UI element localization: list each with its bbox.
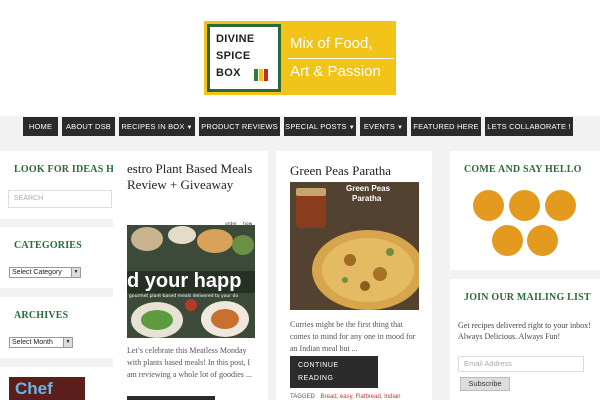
nav-label: RECIPES IN BOX [121,122,185,131]
post-title[interactable]: Green Peas Paratha [290,163,430,179]
image-overlay-subtext: gourmet plant-based meals delivered to y… [129,294,239,299]
continue-reading-button[interactable] [127,396,215,400]
main-navigation: HOME ABOUT DSB RECIPES IN BOX ▼ PRODUCT R… [23,117,583,137]
widget-search: LOOK FOR IDEAS HERE SEARCH [0,151,135,219]
nav-label: EVENTS [363,122,396,131]
nav-product-reviews[interactable]: PRODUCT REVIEWS [199,117,280,136]
logo-divider [288,58,394,59]
chevron-down-icon: ▼ [348,125,355,131]
social-icon[interactable] [527,225,558,256]
logo-badge: DIVINE SPICE BOX [207,24,281,92]
widget-archives: ARCHIVES Select Month ▼ [0,297,113,358]
email-input[interactable]: Email Address [458,356,584,372]
chef-badge-image[interactable]: Chef [9,377,85,400]
post-tags: TAGGED Bread, easy, Flatbread, Indian [290,394,401,400]
post-image[interactable]: Green Peas Paratha [290,182,419,310]
social-icon[interactable] [509,190,540,221]
image-overlay-text: Paratha [352,194,382,203]
mailing-description: Get recipes delivered right to your inbo… [458,320,596,342]
nav-label: PRODUCT REVIEWS [201,122,278,131]
category-select[interactable]: Select Category ▼ [9,267,81,278]
flag-stripe-green [254,69,258,81]
nav-collaborate[interactable]: LETS COLLABORATE ! [485,117,573,136]
nav-special-posts[interactable]: SPECIAL POSTS ▼ [284,117,356,136]
nav-label: HOME [28,122,53,131]
chef-badge-text: Chef [15,379,53,398]
post-card: Green Peas Paratha Green Peas Paratha Cu… [276,151,432,400]
social-icon[interactable] [492,225,523,256]
social-icon[interactable] [545,190,576,221]
widget-title: JOIN OUR MAILING LIST [464,292,591,303]
subscribe-button[interactable]: Subscribe [460,377,510,391]
post-image[interactable]: d your happ gourmet plant-based meals de… [127,225,255,338]
widget-badge: Chef [0,367,113,400]
logo-tagline-1: Mix of Food, [290,35,373,52]
flag-stripe-red [264,69,268,81]
image-overlay-text: d your happ [127,270,242,292]
nav-home[interactable]: HOME [23,117,58,136]
logo-word-2: SPICE [216,50,251,62]
post-title[interactable]: estro Plant Based Meals Review + Giveawa… [127,161,259,193]
mailing-text: Get recipes delivered right to your inbo… [458,321,591,330]
post-excerpt: Let’s celebrate this Meatless Monday wit… [127,346,252,379]
social-icon[interactable] [473,190,504,221]
nav-label: SPECIAL POSTS [285,122,347,131]
post-excerpt: Curries might be the first thing that co… [290,320,416,353]
post-card: estro Plant Based Meals Review + Giveawa… [113,151,268,400]
select-value: Select Month [12,339,53,346]
site-header: DIVINE SPICE BOX Mix of Food, Art & Pass… [0,0,600,116]
chevron-down-icon: ▼ [397,125,404,131]
logo-tagline-2: Art & Passion [290,63,381,80]
nav-events[interactable]: EVENTS ▼ [360,117,407,136]
continue-reading-button[interactable]: CONTINUE READING [290,356,378,388]
nav-label: LETS COLLABORATE ! [487,122,571,131]
nav-label: FEATURED HERE [413,122,479,131]
nav-featured[interactable]: FEATURED HERE [411,117,481,136]
select-value: Select Category [12,269,62,276]
widget-social: COME AND SAY HELLO [450,151,600,270]
flag-stripe-yellow [259,69,263,81]
logo-word-1: DIVINE [216,33,255,45]
search-input[interactable]: SEARCH [8,190,112,208]
chevron-down-icon: ▼ [71,268,80,277]
mailing-text-2: Always Delicious. Always Fun! [458,332,561,341]
site-logo[interactable]: DIVINE SPICE BOX Mix of Food, Art & Pass… [204,21,396,95]
tagged-label: TAGGED [290,394,315,400]
widget-title: CATEGORIES [14,240,82,251]
image-overlay-text: Green Peas [346,184,391,193]
widget-categories: CATEGORIES Select Category ▼ [0,227,113,288]
widget-title: ARCHIVES [14,310,69,321]
nav-about[interactable]: ABOUT DSB [62,117,115,136]
nav-label: ABOUT DSB [65,122,111,131]
tag-links[interactable]: Bread, easy, Flatbread, Indian [321,394,401,400]
archive-select[interactable]: Select Month ▼ [9,337,73,348]
widget-title: COME AND SAY HELLO [464,164,582,175]
nav-recipes[interactable]: RECIPES IN BOX ▼ [119,117,195,136]
chevron-down-icon: ▼ [186,125,193,131]
chevron-down-icon: ▼ [63,338,72,347]
